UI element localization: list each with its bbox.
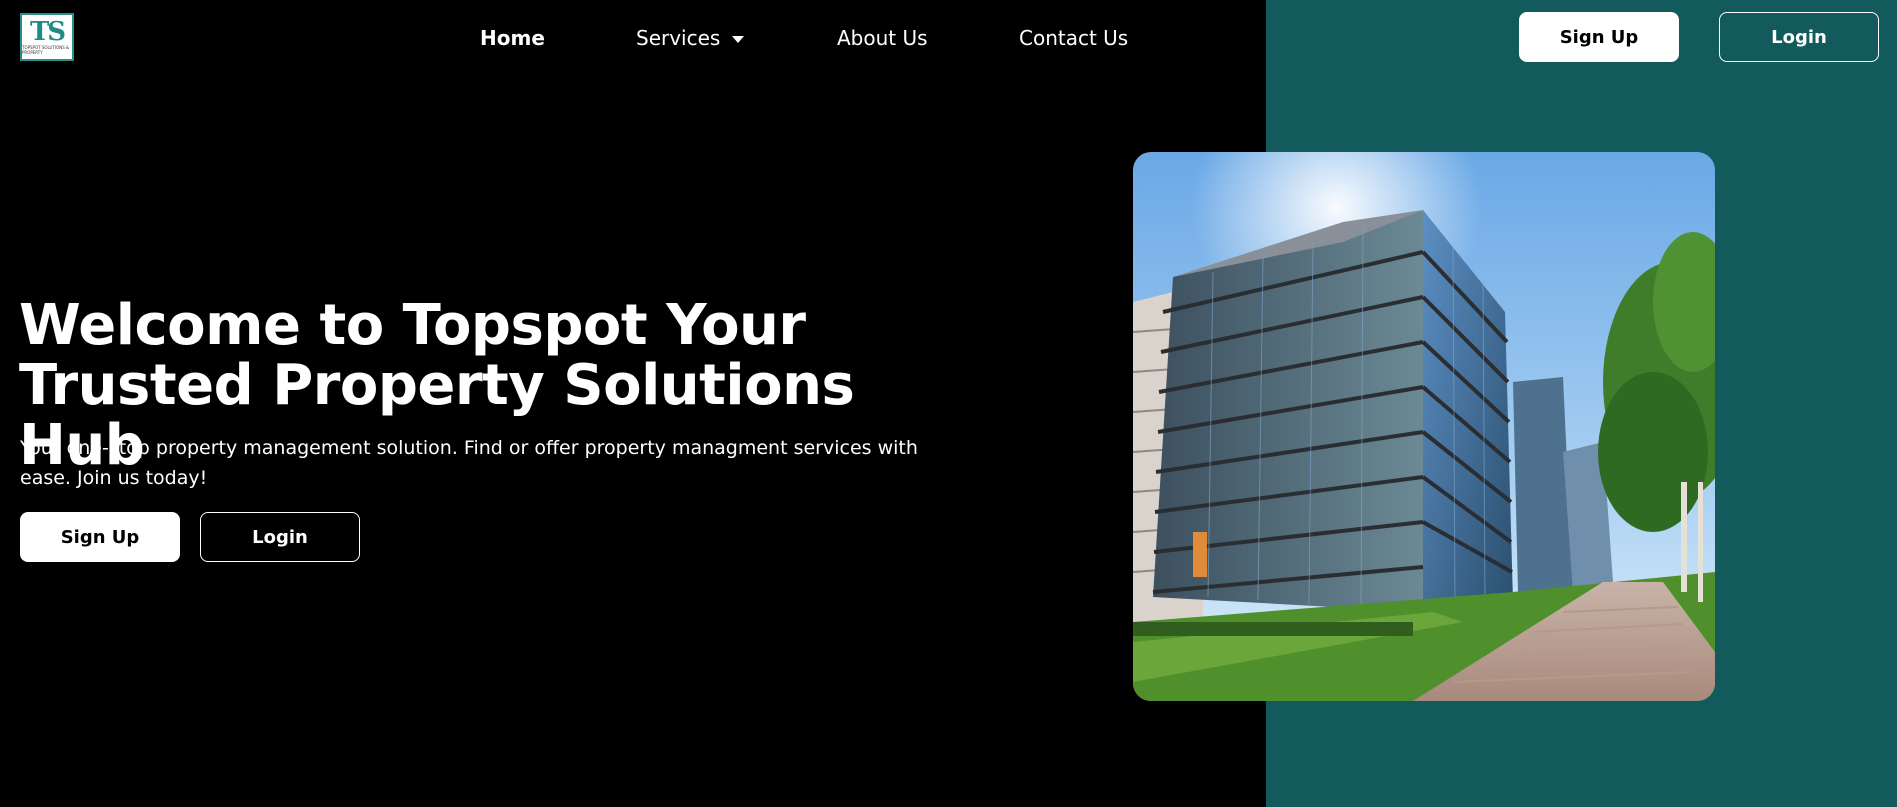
landing-page: TS TOPSPOT SOLUTIONS & PROPERTY Home Ser… xyxy=(0,0,1897,807)
main-nav: Home Services About Us Contact Us xyxy=(0,0,1266,78)
hero-subtitle: Your one-stop property management soluti… xyxy=(20,437,918,489)
hero-building-image xyxy=(1133,152,1715,701)
nav-about-us[interactable]: About Us xyxy=(837,24,928,52)
hero-login-button[interactable]: Login xyxy=(200,512,360,562)
hero-signup-button[interactable]: Sign Up xyxy=(20,512,180,562)
header-signup-button[interactable]: Sign Up xyxy=(1519,12,1679,62)
nav-services[interactable]: Services xyxy=(636,24,745,52)
nav-home[interactable]: Home xyxy=(480,24,545,52)
nav-services-label: Services xyxy=(636,26,721,50)
header-login-button[interactable]: Login xyxy=(1719,12,1879,62)
chevron-down-icon xyxy=(732,36,745,43)
nav-contact-us[interactable]: Contact Us xyxy=(1019,24,1128,52)
